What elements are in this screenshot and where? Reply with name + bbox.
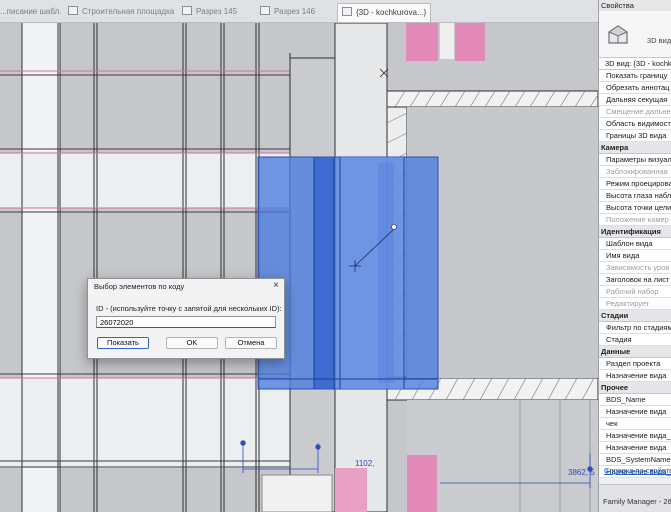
property-grid: Показать границу Обрезать аннотац Дальняя … (599, 70, 671, 478)
dimension-label-left[interactable]: 1102, (355, 459, 374, 468)
property-row[interactable]: Обрезать аннотац (599, 82, 671, 94)
selected-element-highlight (257, 156, 439, 390)
status-text: Family Manager - 26 (603, 497, 671, 506)
property-row[interactable]: Высота глаза набл (599, 190, 671, 202)
property-row[interactable]: Фильтр по стадиям (599, 322, 671, 334)
3d-house-icon (607, 25, 629, 44)
property-group-header[interactable]: Данные (599, 346, 671, 358)
property-row[interactable]: Заблокированная (599, 166, 671, 178)
property-row[interactable]: BDS_Name (599, 394, 671, 406)
property-row[interactable]: Зависимость уров (599, 262, 671, 274)
property-row[interactable]: Редактирует (599, 298, 671, 310)
tab-3d-view[interactable]: {3D - kochkurova...} (337, 3, 431, 22)
property-row[interactable]: Показать границу (599, 70, 671, 82)
property-row[interactable]: BDS_SystemName (599, 454, 671, 466)
property-row[interactable]: Рабочий набор (599, 286, 671, 298)
close-icon[interactable]: × (273, 280, 279, 291)
select-by-id-dialog: Выбор элементов по коду × ID - (использу… (87, 278, 285, 359)
property-row[interactable]: Назначение вида (599, 442, 671, 454)
model-drawing (0, 23, 598, 512)
property-row[interactable]: Назначение вида (599, 406, 671, 418)
instance-selector[interactable]: 3D вид: {3D - kochk (599, 58, 671, 70)
property-row[interactable]: Смещение дальне (599, 106, 671, 118)
dimension-label-right[interactable]: 3862, 5 (568, 468, 595, 477)
property-row[interactable]: чек (599, 418, 671, 430)
property-row[interactable]: Раздел проекта (599, 358, 671, 370)
cancel-button[interactable]: Отмена (225, 337, 277, 349)
property-group-header[interactable]: Стадии (599, 310, 671, 322)
property-row[interactable]: Границы 3D вида (599, 130, 671, 142)
property-row[interactable]: Дальняя секущая (599, 94, 671, 106)
tab-site[interactable]: Строительная площадка (68, 3, 174, 22)
property-row[interactable]: Положение камер (599, 214, 671, 226)
property-row[interactable]: Назначение вида (599, 370, 671, 382)
properties-title: Свойства (599, 0, 671, 11)
tab-label: ...писание шабл... (0, 7, 62, 16)
property-group-header[interactable]: Прочее (599, 382, 671, 394)
property-row[interactable]: Шаблон вида (599, 238, 671, 250)
type-selector[interactable]: 3D вид (599, 11, 671, 58)
property-row[interactable]: Имя вида (599, 250, 671, 262)
properties-help-link[interactable]: Справка по свойств (604, 466, 671, 475)
tab-section-146[interactable]: Разрез 146 (260, 3, 330, 22)
type-label: 3D вид (647, 36, 671, 45)
tab-label: Строительная площадка (82, 7, 174, 16)
ok-button[interactable]: OK (166, 337, 218, 349)
property-row[interactable]: Высота точки цели (599, 202, 671, 214)
properties-panel: Свойства 3D вид 3D вид: {3D - kochk Пока… (598, 0, 671, 512)
tab-label: Разрез 146 (274, 7, 316, 16)
property-group-header[interactable]: Камера (599, 142, 671, 154)
tab-section-145[interactable]: Разрез 145 (182, 3, 252, 22)
view-tab-bar: ...писание шабл... Строительная площадка… (0, 0, 598, 23)
tab-label: Разрез 145 (196, 7, 238, 16)
id-input[interactable] (96, 316, 276, 328)
section-icon (260, 6, 270, 15)
view-icon (68, 6, 78, 15)
property-row[interactable]: Режим проецирова (599, 178, 671, 190)
tab-template-description[interactable]: ...писание шабл... (0, 3, 62, 22)
section-icon (182, 6, 192, 15)
dialog-title: Выбор элементов по коду (94, 282, 185, 291)
3d-view-canvas[interactable]: 1102, 3862, 5 (0, 23, 598, 512)
tab-label: {3D - kochkurova...} (356, 8, 427, 17)
3d-view-icon (342, 7, 352, 16)
property-row[interactable]: Область видимост (599, 118, 671, 130)
id-field-label: ID - (используйте точку с запятой для не… (96, 304, 282, 313)
status-bar: Family Manager - 26 (599, 484, 671, 512)
show-button[interactable]: Показать (97, 337, 149, 349)
property-row[interactable]: Заголовок на лист (599, 274, 671, 286)
property-row[interactable]: Параметры визуал (599, 154, 671, 166)
property-row[interactable]: Назначение вида_1 (599, 430, 671, 442)
property-row[interactable]: Стадия (599, 334, 671, 346)
property-group-header[interactable]: Идентификация (599, 226, 671, 238)
